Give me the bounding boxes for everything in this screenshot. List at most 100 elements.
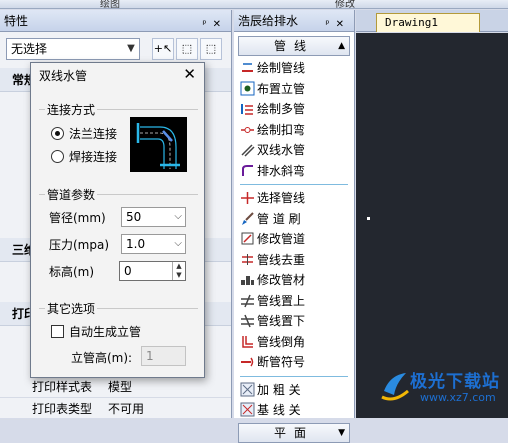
drainage-title-text: 浩辰给排水 — [238, 14, 299, 28]
menu-item-material[interactable]: 修改管材 — [234, 270, 354, 291]
drawing-canvas[interactable] — [356, 33, 508, 418]
menu-item-draw-pipe[interactable]: 绘制管线 — [234, 58, 354, 79]
send-down-icon — [240, 313, 255, 328]
select-objects-icon[interactable]: ⬚ — [176, 38, 198, 60]
menu-item-label: 管线倒角 — [257, 334, 306, 349]
riser-height-input: 1 — [141, 346, 186, 366]
tab-drawing1-label: Drawing1 — [385, 16, 438, 29]
bend-icon — [240, 122, 255, 137]
prop-value: 不可用 — [108, 402, 145, 416]
chevron-down-icon: ▼ — [127, 43, 135, 54]
dialog-title: 双线水管 — [39, 69, 88, 83]
menu-item-baseline-off[interactable]: 基 线 关 — [234, 400, 354, 421]
properties-title-text: 特性 — [4, 14, 29, 28]
category-pipe[interactable]: 管线 ▲ — [238, 36, 350, 56]
chevron-down-icon: ⌵ — [174, 211, 182, 222]
connection-preview-image — [130, 117, 187, 172]
riser-icon — [240, 81, 255, 96]
menu-item-double-line[interactable]: 双线水管 — [234, 140, 354, 161]
auto-riser-label: 自动生成立管 — [69, 325, 142, 339]
panel-pin-close-icons[interactable]: ᵖ✕ — [202, 14, 227, 36]
double-line-icon — [240, 142, 255, 157]
ribbon-group-modify[interactable]: 修改 — [335, 0, 355, 10]
auto-riser-checkbox[interactable] — [51, 325, 64, 338]
watermark: 极光下载站 www.xz7.com — [380, 365, 508, 418]
selection-value: 无选择 — [11, 42, 48, 56]
collapse-icon: ▲ — [338, 41, 345, 51]
group-other-title: 其它选项 — [45, 300, 98, 317]
watermark-logo-icon — [381, 373, 409, 401]
menu-item-label: 选择管线 — [257, 191, 306, 205]
menu-item-bring-up[interactable]: 管线置上 — [234, 291, 354, 312]
menu-item-bold-off[interactable]: 加 粗 关 — [234, 380, 354, 401]
menu-item-label: 管线置下 — [257, 314, 306, 328]
pressure-select[interactable]: 1.0 ⌵ — [121, 234, 186, 254]
slope-bend-icon — [240, 163, 255, 178]
menu-item-label: 修改管材 — [257, 273, 306, 287]
radio-weld[interactable] — [51, 150, 64, 163]
menu-item-bend[interactable]: 绘制扣弯 — [234, 120, 354, 141]
menu-item-label: 绘制管线 — [257, 61, 306, 75]
expand-icon: ▼ — [338, 427, 345, 438]
baseline-off-icon — [240, 402, 255, 417]
group-connection-title: 连接方式 — [45, 101, 98, 118]
multi-pipe-icon — [240, 101, 255, 116]
selection-dropdown[interactable]: 无选择 ▼ — [6, 38, 140, 60]
menu-item-label: 管 道 刷 — [257, 211, 301, 226]
menu-item-send-down[interactable]: 管线置下 — [234, 311, 354, 332]
tab-drawing1[interactable]: Drawing1 — [376, 13, 480, 32]
menu-item-riser[interactable]: 布置立管 — [234, 79, 354, 100]
diameter-label: 管径(mm) — [49, 211, 106, 225]
draw-pipe-icon — [240, 60, 255, 75]
diameter-select[interactable]: 50 ⌵ — [121, 207, 186, 227]
menu-item-multi-pipe[interactable]: 绘制多管 — [234, 99, 354, 120]
menu-item-slope-bend[interactable]: 排水斜弯 — [234, 161, 354, 182]
edit-pipe-icon — [240, 231, 255, 246]
elevation-label: 标高(m) — [49, 265, 95, 279]
break-symbol-icon — [240, 354, 255, 369]
double-line-pipe-dialog: 双线水管 ✕ 连接方式 法兰连接 焊接连接 管道参数 管径(mm) 50 ⌵ 压… — [30, 62, 205, 378]
quick-select-icon[interactable]: +↖ — [152, 38, 174, 60]
elevation-spinner[interactable]: 0 ▲ ▼ — [119, 261, 186, 281]
material-icon — [240, 272, 255, 287]
watermark-name: 极光下载站 — [410, 372, 500, 392]
menu-item-label: 管线置上 — [257, 293, 306, 308]
menu-item-label: 断管符号 — [257, 355, 306, 369]
watermark-url: www.xz7.com — [420, 391, 496, 404]
pressure-value: 1.0 — [126, 237, 146, 251]
category-section[interactable]: 平面 ▼ — [238, 422, 350, 443]
menu-item-brush[interactable]: 管 道 刷 — [234, 209, 354, 230]
prop-row-print-type[interactable]: 打印表类型 不可用 — [0, 398, 231, 420]
radio-flange[interactable] — [51, 127, 64, 140]
menu-item-label: 管线去重 — [257, 252, 306, 267]
canvas-point — [367, 217, 370, 220]
drainage-panel-title: 浩辰给排水 ᵖ✕ — [234, 10, 354, 32]
prop-value: 模型 — [108, 380, 133, 394]
properties-panel-title: 特性 ᵖ✕ — [0, 10, 231, 32]
toggle-pickadd-icon[interactable]: ⬚ — [200, 38, 222, 60]
menu-item-chamfer[interactable]: 管线倒角 — [234, 332, 354, 353]
menu-item-edit-pipe[interactable]: 修改管道 — [234, 229, 354, 250]
divider — [240, 375, 348, 377]
drawing-tab-strip: Drawing1 — [356, 10, 508, 32]
brush-icon — [240, 211, 255, 226]
panel-pin-close-icons[interactable]: ᵖ✕ — [325, 14, 350, 36]
menu-item-break-symbol[interactable]: 断管符号 — [234, 352, 354, 373]
menu-item-label: 排水斜弯 — [257, 163, 306, 178]
menu-item-select-pipe[interactable]: 选择管线 — [234, 188, 354, 209]
radio-weld-label: 焊接连接 — [69, 150, 118, 164]
riser-height-label: 立管高(m): — [71, 351, 133, 365]
radio-flange-label: 法兰连接 — [69, 127, 118, 141]
spinner-arrows-icon[interactable]: ▲ ▼ — [172, 262, 185, 280]
menu-item-dedupe[interactable]: 管线去重 — [234, 250, 354, 271]
ribbon-group-draw[interactable]: 绘图 — [100, 0, 120, 10]
riser-height-value: 1 — [146, 349, 154, 363]
menu-item-label: 绘制扣弯 — [257, 122, 306, 137]
prop-row-print-style[interactable]: 打印样式表 模型 — [0, 376, 231, 398]
prop-label: 打印表类型 — [32, 402, 93, 416]
elevation-value: 0 — [124, 264, 132, 278]
menu-item-label: 布置立管 — [257, 81, 306, 96]
ribbon-strip: 绘图 修改 — [0, 0, 508, 10]
close-icon[interactable]: ✕ — [183, 65, 196, 83]
chamfer-icon — [240, 334, 255, 349]
